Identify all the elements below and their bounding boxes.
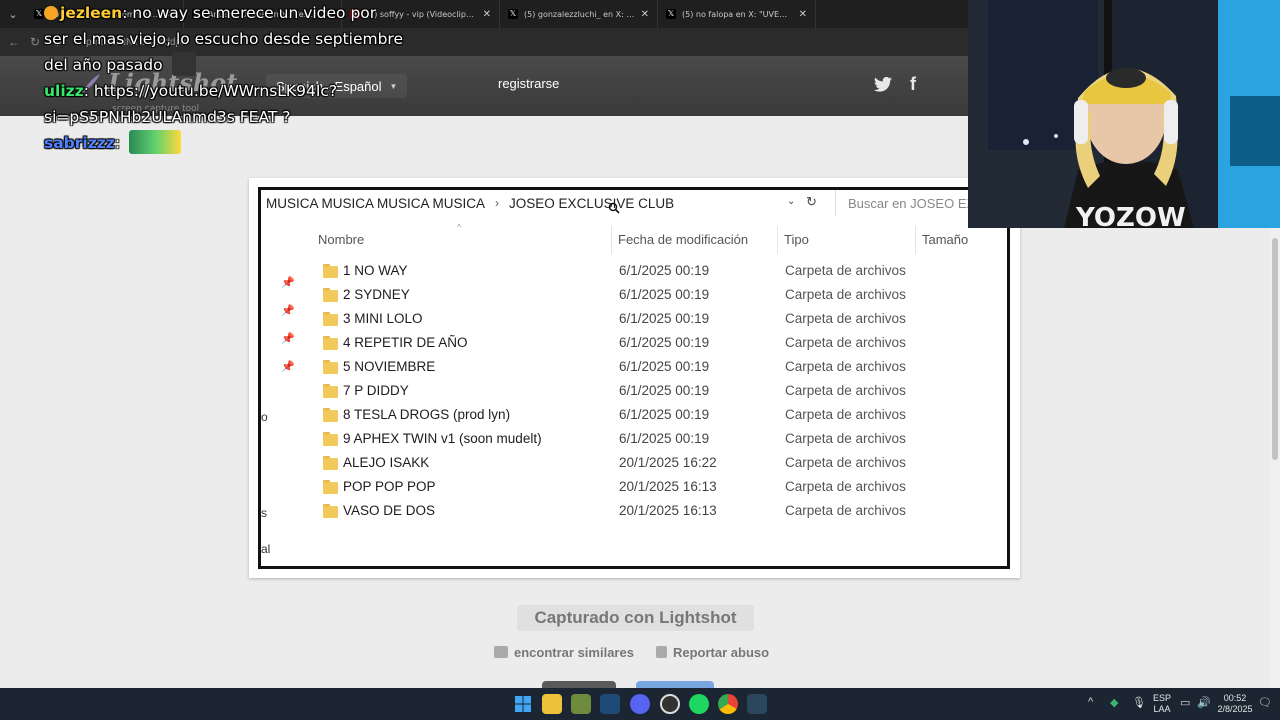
chevron-down-icon[interactable]: ⌄ bbox=[787, 196, 795, 207]
column-header-size[interactable]: Tamaño bbox=[922, 232, 968, 247]
column-header-name[interactable]: Nombre bbox=[318, 232, 364, 247]
x-logo-icon: 𝕏 bbox=[34, 9, 44, 19]
column-header-date[interactable]: Fecha de modificación bbox=[618, 232, 748, 247]
close-tab-icon[interactable]: ✕ bbox=[641, 9, 649, 20]
find-similar-link[interactable]: encontrar similares bbox=[494, 643, 634, 661]
subscriber-badge-icon bbox=[44, 6, 58, 20]
folder-row[interactable]: VASO DE DOS 20/1/2025 16:13 Carpeta de a… bbox=[261, 500, 1007, 524]
folder-row[interactable]: 2 SYDNEY 6/1/2025 00:19 Carpeta de archi… bbox=[261, 284, 1007, 308]
webcam-image: YOZOW bbox=[968, 0, 1280, 228]
zoom-cursor-icon bbox=[608, 202, 620, 214]
facebook-icon[interactable]: f bbox=[902, 74, 924, 94]
chat-emote bbox=[171, 52, 196, 76]
folder-row[interactable]: 4 REPETIR DE AÑO 6/1/2025 00:19 Carpeta … bbox=[261, 332, 1007, 356]
browser-tab[interactable]: 𝕏 (5) no falopa en X: "UVEDOBLE ✕ bbox=[658, 0, 816, 28]
camera-icon bbox=[494, 646, 508, 658]
folder-icon bbox=[323, 432, 338, 446]
folder-icon bbox=[323, 336, 338, 350]
chrome-icon[interactable] bbox=[718, 694, 738, 714]
windows-taskbar: ^ ◆ 🎙 ESP LAA ▭ 🔊 00:52 2/8/2025 🗨 bbox=[0, 688, 1280, 720]
folder-row[interactable]: ALEJO ISAKK 20/1/2025 16:22 Carpeta de a… bbox=[261, 452, 1007, 476]
security-icon[interactable]: ◆ bbox=[1110, 696, 1118, 709]
notification-icon[interactable]: 🗨 bbox=[1258, 696, 1272, 709]
breadcrumb-item[interactable]: JOSEO EXCLUSIVE CLUB bbox=[509, 196, 674, 211]
folder-icon bbox=[323, 456, 338, 470]
close-tab-icon[interactable]: ✕ bbox=[483, 9, 491, 20]
twitter-icon[interactable] bbox=[872, 74, 894, 94]
sidebar-fragment: al bbox=[261, 542, 271, 556]
scrollbar-thumb[interactable] bbox=[1272, 238, 1278, 460]
close-tab-icon[interactable]: ✕ bbox=[799, 9, 807, 20]
microphone-icon[interactable]: 🎙 bbox=[1132, 696, 1146, 709]
explorer-path-bar: MUSICA MUSICA MUSICA MUSICA › JOSEO EXCL… bbox=[261, 190, 1007, 216]
spotify-icon[interactable] bbox=[689, 694, 709, 714]
folder-row[interactable]: POP POP POP 20/1/2025 16:13 Carpeta de a… bbox=[261, 476, 1007, 500]
shirt-print: YOZOW bbox=[1075, 203, 1186, 228]
clipboard-icon bbox=[656, 646, 667, 658]
steam-icon[interactable] bbox=[747, 694, 767, 714]
folder-icon bbox=[323, 408, 338, 422]
windows-start-icon[interactable] bbox=[513, 694, 533, 714]
language-indicator[interactable]: ESP LAA bbox=[1152, 688, 1172, 720]
chat-message: jezleen: no way se merece un video por s… bbox=[44, 4, 403, 76]
breadcrumb-item[interactable]: MUSICA MUSICA MUSICA MUSICA bbox=[266, 196, 485, 211]
register-link[interactable]: registrarse bbox=[498, 76, 559, 91]
browser-tab[interactable]: 𝕏 (5) gonzalezzluchi_ en X: "LOL ✕ bbox=[500, 0, 658, 28]
back-arrow-icon[interactable]: ← bbox=[8, 35, 30, 49]
discord-icon[interactable] bbox=[630, 694, 650, 714]
folder-icon bbox=[323, 384, 338, 398]
network-icon[interactable]: ▭ bbox=[1180, 696, 1190, 709]
column-divider[interactable] bbox=[915, 226, 916, 254]
column-header-type[interactable]: Tipo bbox=[784, 232, 809, 247]
app-icon[interactable] bbox=[571, 694, 591, 714]
steam-icon[interactable] bbox=[600, 694, 620, 714]
report-abuse-link[interactable]: Reportar abuso bbox=[656, 643, 769, 661]
x-logo-icon: 𝕏 bbox=[508, 9, 518, 19]
clock[interactable]: 00:52 2/8/2025 bbox=[1214, 688, 1256, 720]
obs-icon[interactable] bbox=[660, 694, 680, 714]
explorer-column-headers: ^ Nombre Fecha de modificación Tipo Tama… bbox=[261, 222, 1007, 254]
sort-ascending-icon: ^ bbox=[457, 222, 462, 232]
folder-row[interactable]: 8 TESLA DROGS (prod lyn) 6/1/2025 00:19 … bbox=[261, 404, 1007, 428]
folder-row[interactable]: 5 NOVIEMBRE 6/1/2025 00:19 Carpeta de ar… bbox=[261, 356, 1007, 380]
folder-icon bbox=[323, 480, 338, 494]
captured-with-lightshot-button[interactable]: Capturado con Lightshot bbox=[517, 605, 754, 631]
folder-row[interactable]: 1 NO WAY 6/1/2025 00:19 Carpeta de archi… bbox=[261, 260, 1007, 284]
chat-emote bbox=[128, 130, 181, 154]
chevron-up-icon[interactable]: ^ bbox=[1088, 696, 1093, 708]
folder-icon bbox=[323, 360, 338, 374]
chat-message: ulizz: https://youtu.be/WWrnsLK94Ic?si=p… bbox=[44, 82, 338, 126]
folder-row[interactable]: 7 P DIDDY 6/1/2025 00:19 Carpeta de arch… bbox=[261, 380, 1007, 404]
x-logo-icon: 𝕏 bbox=[666, 9, 676, 19]
folder-icon bbox=[323, 288, 338, 302]
page-scrollbar[interactable] bbox=[1270, 228, 1280, 688]
folder-row[interactable]: 3 MINI LOLO 6/1/2025 00:19 Carpeta de ar… bbox=[261, 308, 1007, 332]
folder-row[interactable]: 9 APHEX TWIN v1 (soon mudelt) 6/1/2025 0… bbox=[261, 428, 1007, 452]
volume-icon[interactable]: 🔊 bbox=[1197, 696, 1211, 709]
refresh-icon[interactable]: ↻ bbox=[806, 194, 817, 210]
breadcrumb-separator-icon: › bbox=[495, 196, 500, 210]
folder-icon bbox=[323, 264, 338, 278]
folder-icon bbox=[323, 504, 338, 518]
captured-image: MUSICA MUSICA MUSICA MUSICA › JOSEO EXCL… bbox=[258, 187, 1010, 569]
folder-icon bbox=[323, 312, 338, 326]
streamer-webcam: YOZOW bbox=[968, 0, 1280, 228]
column-divider[interactable] bbox=[777, 226, 778, 254]
tab-list-chevron-icon[interactable]: ⌄ bbox=[0, 0, 26, 28]
file-explorer-icon[interactable] bbox=[542, 694, 562, 714]
chat-message: sabrizzz: bbox=[44, 130, 404, 156]
column-divider[interactable] bbox=[611, 226, 612, 254]
stream-chat-overlay: jezleen: no way se merece un video por s… bbox=[44, 0, 404, 156]
screenshot-card: MUSICA MUSICA MUSICA MUSICA › JOSEO EXCL… bbox=[249, 178, 1020, 578]
